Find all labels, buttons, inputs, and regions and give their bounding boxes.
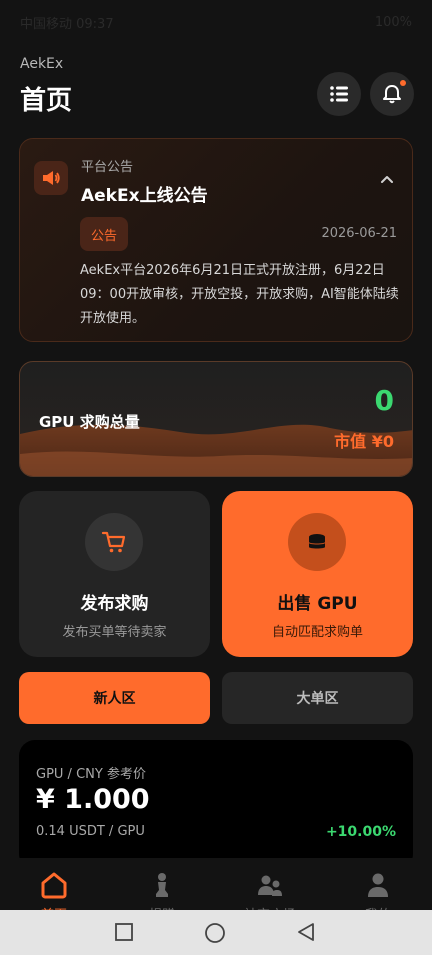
announcement-date: 2026-06-21 <box>321 226 397 241</box>
brand-label: AekEx <box>20 56 64 72</box>
status-bar: 中国移动 09:37 100% <box>0 0 432 44</box>
gpu-demand-label: GPU 求购总量 <box>39 413 140 431</box>
notification-dot <box>400 80 406 86</box>
usdt-price: 0.14 USDT / GPU <box>36 824 145 839</box>
announcement-tag: 公告 <box>80 217 128 251</box>
new-user-zone-button[interactable]: 新人区 <box>19 672 210 724</box>
back-button[interactable] <box>296 922 316 942</box>
status-icons: 100% <box>375 15 412 30</box>
recents-button[interactable] <box>114 922 134 942</box>
large-order-zone-button[interactable]: 大单区 <box>222 672 413 724</box>
chevron-up-icon <box>381 176 393 183</box>
system-nav-bar <box>0 910 432 955</box>
announcement-card[interactable]: 平台公告 AekEx上线公告 公告 2026-06-21 AekEx平台2026… <box>19 138 413 342</box>
home-icon <box>41 872 67 899</box>
gpu-demand-count: 0 <box>374 384 394 417</box>
price-change: +10.00% <box>325 824 396 840</box>
notifications-button[interactable] <box>370 72 414 116</box>
social-icon <box>258 875 282 896</box>
status-carrier-time: 中国移动 09:37 <box>20 16 114 32</box>
announcement-section-label: 平台公告 <box>81 160 134 175</box>
announcement-icon-box <box>34 161 68 195</box>
reference-price: ¥ 1.000 <box>36 784 150 815</box>
post-buy-subtitle: 发布买单等待卖家 <box>62 625 167 640</box>
price-card: GPU / CNY 参考价 ¥ 1.000 0.14 USDT / GPU +1… <box>19 740 413 870</box>
announcement-body: AekEx平台2026年6月21日正式开放注册，6月22日09：00开放审核，开… <box>80 263 399 326</box>
sell-gpu-title: 出售 GPU <box>277 594 358 614</box>
price-pair-label: GPU / CNY 参考价 <box>36 767 146 782</box>
chess-pawn-icon <box>156 873 168 897</box>
post-buy-title: 发布求购 <box>80 594 149 614</box>
collapse-button[interactable] <box>380 171 394 190</box>
menu-button[interactable] <box>317 72 361 116</box>
coin-icon-circle <box>288 513 346 571</box>
announcement-title: AekEx上线公告 <box>81 186 208 206</box>
market-value: 市值 ¥0 <box>334 432 394 451</box>
coin-stack-icon <box>309 534 325 549</box>
page-title: 首页 <box>20 86 73 116</box>
home-nav-button[interactable] <box>204 922 226 944</box>
list-icon <box>330 86 348 102</box>
megaphone-icon <box>43 171 60 185</box>
bottom-tab-bar: 首页 捐赠 社交广场 我的 <box>0 858 432 923</box>
cart-icon-circle <box>85 513 143 571</box>
battery-level: 100% <box>374 14 412 30</box>
user-icon <box>368 873 388 897</box>
post-buy-order-card[interactable]: 发布求购 发布买单等待卖家 <box>19 491 210 657</box>
gpu-demand-card: GPU 求购总量 0 市值 ¥0 <box>19 361 413 477</box>
bell-icon <box>383 85 401 104</box>
sell-gpu-subtitle: 自动匹配求购单 <box>271 625 363 640</box>
sell-gpu-card[interactable]: 出售 GPU 自动匹配求购单 <box>222 491 413 657</box>
shopping-cart-icon <box>101 531 126 553</box>
